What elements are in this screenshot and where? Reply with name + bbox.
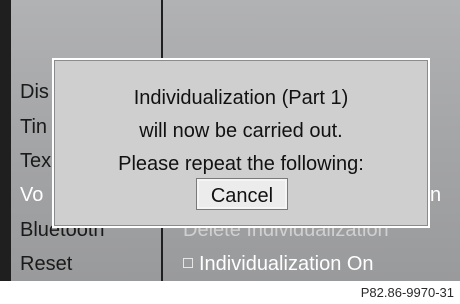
display-screen: Dis Tin Tex Vo Bluetooth Reset Delete In…	[0, 0, 460, 281]
dialog-line-2: will now be carried out.	[139, 120, 343, 142]
menu-item-display[interactable]: Dis	[20, 80, 49, 104]
individualization-dialog: Individualization (Part 1) will now be c…	[52, 58, 430, 228]
menu-item-text[interactable]: Tex	[20, 149, 51, 173]
individualization-on-option[interactable]: Individualization On	[183, 252, 374, 276]
voice-option-text: n	[430, 184, 442, 206]
screen-bezel	[0, 0, 11, 281]
dialog-line-3: Please repeat the following:	[118, 153, 364, 175]
dialog-line-1: Individualization (Part 1)	[133, 87, 349, 109]
checkbox-icon	[183, 257, 193, 268]
menu-item-voice[interactable]: Vo	[20, 183, 43, 207]
figure-caption: P82.86-9970-31	[360, 285, 454, 300]
menu-item-reset[interactable]: Reset	[20, 252, 72, 276]
menu-item-time[interactable]: Tin	[20, 115, 47, 139]
individualization-on-label: Individualization On	[199, 253, 374, 275]
cancel-button[interactable]: Cancel	[197, 179, 287, 209]
